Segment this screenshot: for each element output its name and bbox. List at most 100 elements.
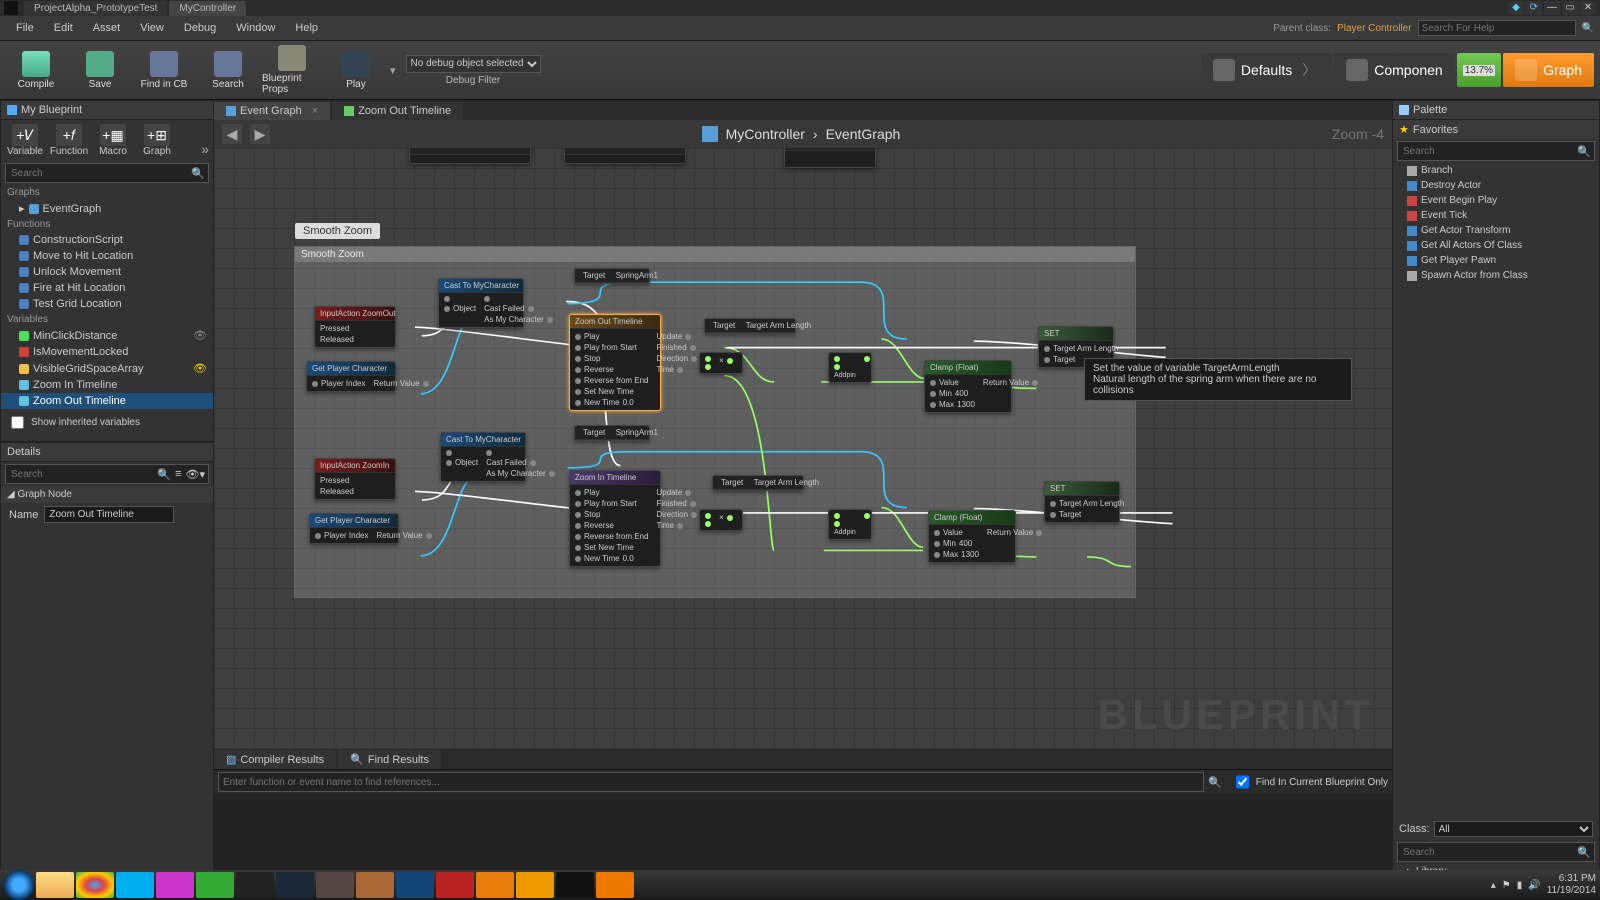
search-help-input[interactable] — [1418, 20, 1576, 36]
add-graph-button[interactable]: +⊞Graph — [137, 124, 177, 157]
node-target-spring-1[interactable]: Target SpringArm1 — [574, 268, 650, 284]
fav-spawn[interactable]: Spawn Actor from Class — [1393, 268, 1599, 283]
var-gridspace[interactable]: VisibleGridSpaceArray👁 — [1, 360, 213, 377]
menu-asset[interactable]: Asset — [83, 20, 131, 36]
node-getplayer-char-1[interactable]: Get Player Character Player IndexReturn … — [306, 361, 396, 392]
node-target-spring-2[interactable]: Target SpringArm1 — [574, 425, 650, 441]
play-dropdown-icon[interactable]: ▾ — [390, 64, 396, 77]
taskbar-steam[interactable] — [276, 872, 314, 898]
tab-compiler-results[interactable]: ▧Compiler Results — [214, 750, 336, 769]
compile-button[interactable]: Compile — [6, 45, 66, 95]
taskbar-app4[interactable] — [596, 872, 634, 898]
more-button[interactable]: » — [201, 141, 209, 157]
search-icon[interactable]: 🔍 — [191, 167, 205, 180]
blueprint-props-button[interactable]: Blueprint Props — [262, 45, 322, 95]
tray-arrow-icon[interactable]: ▴ — [1491, 880, 1496, 891]
tray-flag-icon[interactable]: ⚑ — [1502, 880, 1511, 891]
tab-zoomout-tl[interactable]: Zoom Out Timeline — [332, 102, 463, 120]
fn-construction[interactable]: ConstructionScript — [1, 232, 213, 248]
fav-branch[interactable]: Branch — [1393, 163, 1599, 178]
fav-beginplay[interactable]: Event Begin Play — [1393, 193, 1599, 208]
node-add-1[interactable]: Addpin — [828, 352, 872, 383]
eventgraph-item[interactable]: ▸EventGraph — [1, 200, 213, 217]
node-inputaction-zoomin[interactable]: InputAction ZoomIn PressedReleased — [314, 458, 396, 500]
fav-allactors[interactable]: Get All Actors Of Class — [1393, 238, 1599, 253]
tray-clock[interactable]: 6:31 PM11/19/2014 — [1547, 873, 1596, 897]
node-getplayer-char-2[interactable]: Get Player Character Player IndexReturn … — [309, 513, 399, 544]
node-set-2[interactable]: SET Target Arm LengthTarget — [1044, 481, 1120, 523]
node-target-arm-2[interactable]: Target Target Arm Length — [712, 475, 804, 491]
find-in-cb-button[interactable]: Find in CB — [134, 45, 194, 95]
find-input[interactable] — [218, 772, 1204, 792]
menu-debug[interactable]: Debug — [174, 20, 226, 36]
fn-fire-hit[interactable]: Fire at Hit Location — [1, 280, 213, 296]
library-search-input[interactable] — [1401, 844, 1577, 860]
ghost-node[interactable] — [784, 148, 876, 168]
menu-view[interactable]: View — [130, 20, 174, 36]
search-help-icon[interactable]: 🔍 — [1582, 23, 1594, 34]
node-mul-1[interactable]: × — [699, 352, 743, 374]
node-clamp-2[interactable]: Clamp (Float) ValueMin 400Max 1300Return… — [928, 510, 1016, 563]
add-function-button[interactable]: +𝑓Function — [49, 124, 89, 157]
nav-back-button[interactable]: ◀ — [222, 124, 242, 144]
add-variable-button[interactable]: +𝑉Variable — [5, 124, 45, 157]
mybp-search-input[interactable] — [9, 165, 191, 181]
tray-sound-icon[interactable]: 🔊 — [1528, 880, 1540, 891]
ghost-node[interactable] — [409, 148, 531, 164]
var-movelock[interactable]: IsMovementLocked — [1, 344, 213, 360]
fn-test-grid[interactable]: Test Grid Location — [1, 296, 213, 312]
node-mul-2[interactable]: × — [699, 509, 743, 531]
taskbar-chrome[interactable] — [76, 872, 114, 898]
node-add-2[interactable]: Addpin — [828, 509, 872, 540]
close-icon[interactable]: ✕ — [1580, 1, 1596, 15]
controller-tab[interactable]: MyController — [169, 1, 246, 16]
taskbar-app3[interactable] — [516, 872, 554, 898]
node-inputaction-zoomout[interactable]: InputAction ZoomOut PressedReleased — [314, 306, 396, 348]
tray-net-icon[interactable]: ▮ — [1517, 880, 1523, 891]
taskbar-skype[interactable] — [116, 872, 154, 898]
minimize-icon[interactable]: — — [1544, 1, 1560, 15]
debug-object-select[interactable]: No debug object selected — [406, 55, 541, 73]
class-select[interactable]: All — [1434, 821, 1593, 837]
palette-search-input[interactable] — [1401, 143, 1577, 159]
components-mode-button[interactable]: Componen — [1334, 53, 1455, 87]
taskbar-ue[interactable] — [396, 872, 434, 898]
taskbar-app2[interactable] — [436, 872, 474, 898]
menu-help[interactable]: Help — [285, 20, 328, 36]
fn-unlock[interactable]: Unlock Movement — [1, 264, 213, 280]
tab-close-icon[interactable]: × — [312, 105, 318, 117]
tl-zoomin[interactable]: Zoom In Timeline — [1, 377, 213, 393]
taskbar-gimp[interactable] — [316, 872, 354, 898]
nav-fwd-button[interactable]: ▶ — [250, 124, 270, 144]
node-cast-2[interactable]: Cast To MyCharacter ObjectCast FailedAs … — [440, 432, 526, 482]
tl-zoomout[interactable]: Zoom Out Timeline — [1, 393, 213, 409]
menu-edit[interactable]: Edit — [44, 20, 83, 36]
node-cast-1[interactable]: Cast To MyCharacter ObjectCast FailedAs … — [438, 278, 524, 328]
parent-class-link[interactable]: Player Controller — [1337, 23, 1411, 34]
taskbar-app1[interactable] — [356, 872, 394, 898]
search-button[interactable]: Search — [198, 45, 258, 95]
graph-mode-button[interactable]: Graph — [1503, 53, 1594, 87]
name-field[interactable] — [44, 506, 174, 523]
taskbar-ue2[interactable] — [556, 872, 594, 898]
taskbar-blender[interactable] — [476, 872, 514, 898]
comment-title[interactable]: Smooth Zoom — [295, 223, 380, 239]
taskbar-explorer[interactable] — [36, 872, 74, 898]
breadcrumb-leaf[interactable]: EventGraph — [826, 126, 901, 142]
save-button[interactable]: Save — [70, 45, 130, 95]
breadcrumb-root[interactable]: MyController — [726, 126, 805, 142]
search-icon[interactable]: 🔍 — [1577, 846, 1591, 859]
eye-icon[interactable]: 👁▾ — [186, 468, 206, 481]
fav-tick[interactable]: Event Tick — [1393, 208, 1599, 223]
add-macro-button[interactable]: +▦Macro — [93, 124, 133, 157]
view-options-icon[interactable]: ≡ — [175, 468, 181, 480]
find-search-icon[interactable]: 🔍 — [1208, 776, 1222, 789]
graph-canvas[interactable]: Smooth Zoom Smooth Zoom — [214, 148, 1392, 749]
node-target-arm-1[interactable]: Target Target Arm Length — [704, 318, 796, 334]
fav-playerpawn[interactable]: Get Player Pawn — [1393, 253, 1599, 268]
play-button[interactable]: Play — [326, 45, 386, 95]
defaults-mode-button[interactable]: Defaults〉 — [1201, 53, 1332, 87]
fn-move-hit[interactable]: Move to Hit Location — [1, 248, 213, 264]
details-search-input[interactable] — [9, 466, 157, 482]
project-tab[interactable]: ProjectAlpha_PrototypeTest — [24, 1, 167, 16]
